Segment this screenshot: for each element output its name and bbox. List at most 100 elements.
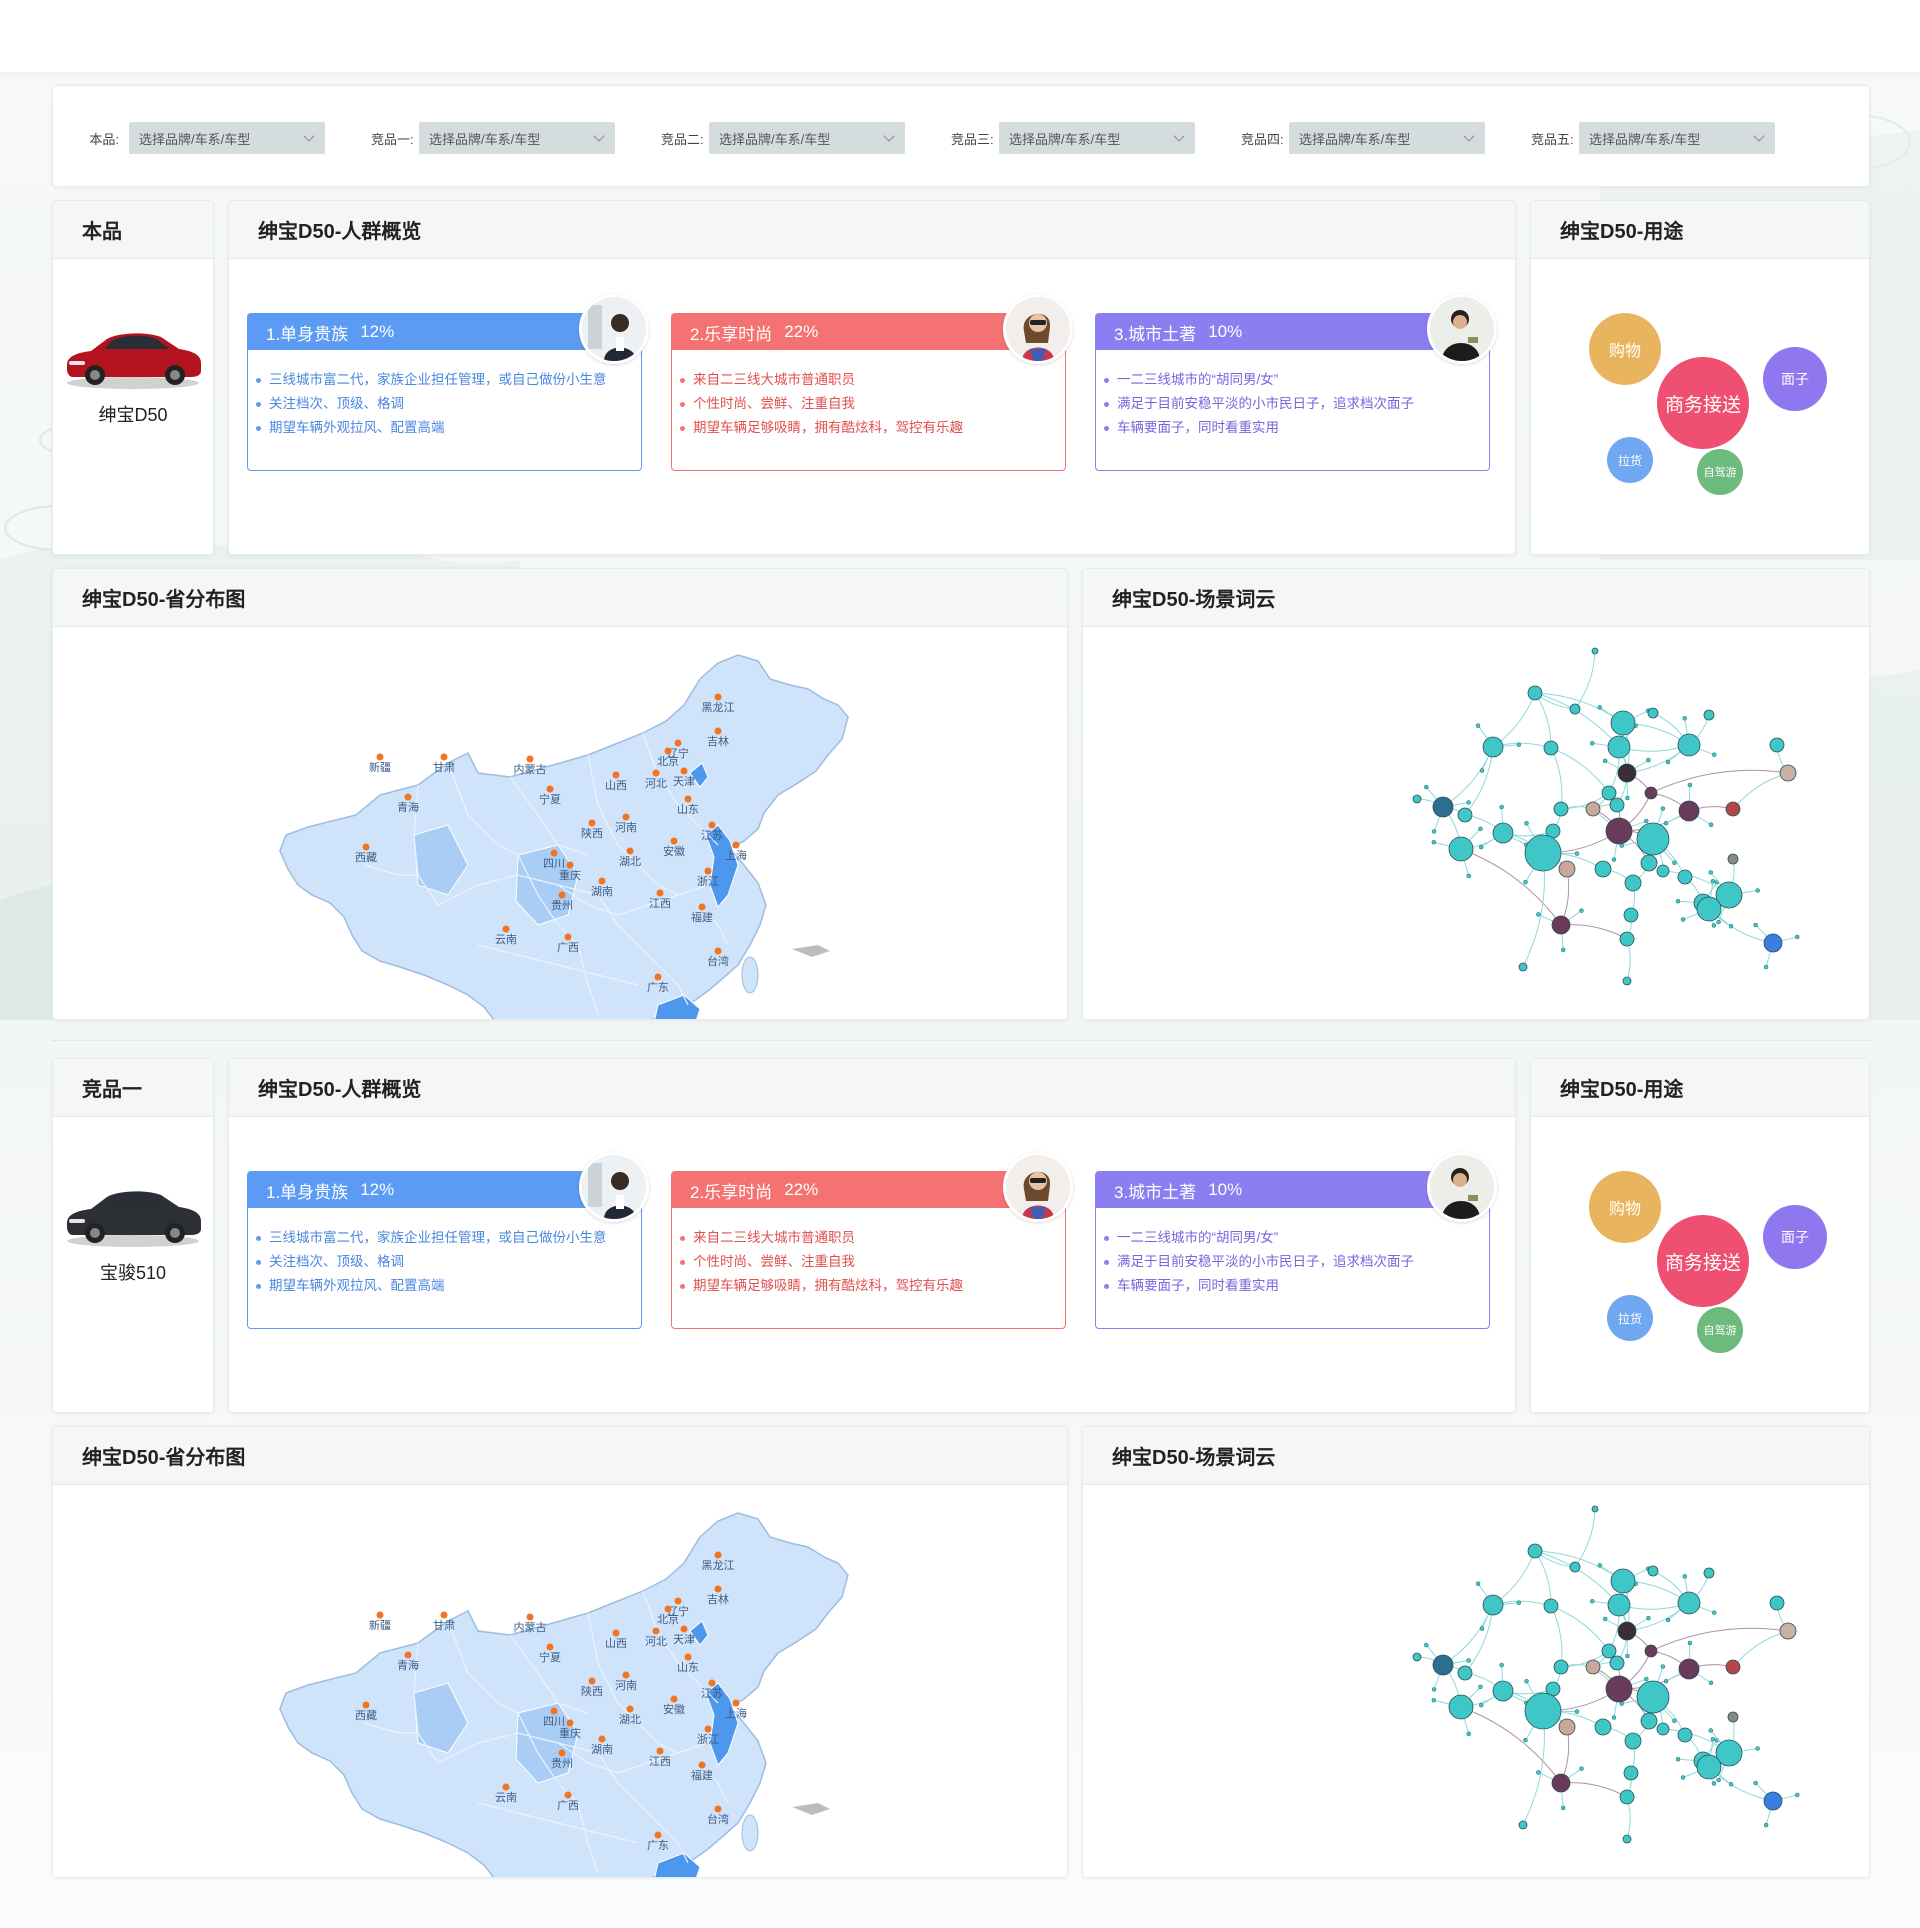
network-leaf[interactable] bbox=[1516, 1600, 1522, 1605]
network-node[interactable] bbox=[1553, 801, 1569, 817]
network-node[interactable] bbox=[1609, 797, 1625, 813]
network-leaf[interactable] bbox=[1708, 1728, 1713, 1733]
province-marker[interactable] bbox=[566, 1719, 574, 1727]
network-node[interactable] bbox=[1617, 1621, 1637, 1641]
province-marker[interactable] bbox=[502, 1783, 510, 1791]
network-node[interactable] bbox=[1605, 1675, 1633, 1703]
network-node[interactable] bbox=[1617, 763, 1637, 783]
province-marker[interactable] bbox=[626, 847, 634, 855]
province-marker[interactable] bbox=[546, 785, 554, 793]
network-leaf[interactable] bbox=[1710, 1737, 1716, 1742]
network-node[interactable] bbox=[1594, 860, 1612, 878]
network-leaf[interactable] bbox=[1755, 888, 1760, 893]
province-marker[interactable] bbox=[612, 1629, 620, 1637]
network-leaf[interactable] bbox=[1424, 1642, 1429, 1648]
network-node[interactable] bbox=[1640, 854, 1658, 872]
network-leaf[interactable] bbox=[1479, 1626, 1485, 1631]
scene-network-graph[interactable] bbox=[1083, 1485, 1870, 1878]
network-node[interactable] bbox=[1558, 860, 1576, 878]
province-marker[interactable] bbox=[732, 841, 740, 849]
province-marker[interactable] bbox=[550, 1707, 558, 1715]
province-marker[interactable] bbox=[680, 1625, 688, 1633]
network-leaf[interactable] bbox=[1728, 1781, 1734, 1787]
network-node[interactable] bbox=[1432, 1654, 1454, 1676]
network-node[interactable] bbox=[1591, 1505, 1599, 1513]
network-leaf[interactable] bbox=[1560, 1805, 1566, 1811]
province-marker[interactable] bbox=[622, 813, 630, 821]
network-node[interactable] bbox=[1518, 1820, 1528, 1830]
network-node[interactable] bbox=[1457, 1665, 1473, 1681]
network-leaf[interactable] bbox=[1431, 829, 1437, 834]
network-node[interactable] bbox=[1609, 1655, 1625, 1671]
province-marker[interactable] bbox=[708, 821, 716, 829]
network-leaf[interactable] bbox=[1523, 1737, 1528, 1743]
network-node[interactable] bbox=[1610, 1568, 1636, 1594]
province-marker[interactable] bbox=[656, 889, 664, 897]
network-leaf[interactable] bbox=[1466, 800, 1471, 805]
usage-bubble-cargo[interactable]: 拉货 bbox=[1607, 437, 1653, 483]
network-leaf[interactable] bbox=[1597, 705, 1603, 710]
network-leaf[interactable] bbox=[1466, 1658, 1471, 1663]
network-node[interactable] bbox=[1412, 1652, 1422, 1662]
province-marker[interactable] bbox=[564, 933, 572, 941]
province-marker[interactable] bbox=[674, 739, 682, 747]
network-node[interactable] bbox=[1622, 976, 1632, 986]
province-marker[interactable] bbox=[440, 753, 448, 761]
network-node[interactable] bbox=[1594, 1718, 1612, 1736]
network-leaf[interactable] bbox=[1753, 922, 1758, 928]
network-leaf[interactable] bbox=[1602, 1616, 1608, 1622]
network-node[interactable] bbox=[1601, 785, 1617, 801]
persona-card[interactable]: 2.乐享时尚 22% 来自二三线大城市普通职员 个性时尚、尝鲜、注重自我 期望车辆… bbox=[671, 1152, 1073, 1329]
network-node[interactable] bbox=[1518, 962, 1528, 972]
network-leaf[interactable] bbox=[1524, 1679, 1529, 1684]
network-leaf[interactable] bbox=[1644, 818, 1649, 824]
persona-card[interactable]: 3.城市土著 10% 一二三线城市的“胡同男/女” 满足于目前安稳平淡的小市民日子… bbox=[1095, 1152, 1497, 1329]
network-leaf[interactable] bbox=[1499, 804, 1504, 810]
network-leaf[interactable] bbox=[1711, 1781, 1717, 1786]
network-node[interactable] bbox=[1678, 1658, 1700, 1680]
network-leaf[interactable] bbox=[1625, 1653, 1630, 1659]
network-leaf[interactable] bbox=[1665, 759, 1671, 765]
persona-card[interactable]: 1.单身贵族 12% 三线城市富二代，家族企业担任管理，或自己做份小生意 关注档次… bbox=[247, 1152, 649, 1329]
network-leaf[interactable] bbox=[1672, 860, 1677, 866]
network-leaf[interactable] bbox=[1708, 870, 1713, 875]
network-leaf[interactable] bbox=[1536, 1770, 1541, 1775]
network-leaf[interactable] bbox=[1475, 1581, 1481, 1586]
network-leaf[interactable] bbox=[1579, 1766, 1584, 1771]
network-leaf[interactable] bbox=[1478, 1702, 1484, 1708]
usage-bubble-business[interactable]: 商务接送 bbox=[1657, 1215, 1749, 1307]
taiwan-island[interactable] bbox=[741, 1814, 759, 1852]
network-node[interactable] bbox=[1482, 736, 1504, 758]
scene-network-graph[interactable] bbox=[1083, 627, 1870, 1020]
network-leaf[interactable] bbox=[1646, 757, 1651, 763]
network-leaf[interactable] bbox=[1663, 820, 1669, 826]
province-marker[interactable] bbox=[670, 837, 678, 845]
network-leaf[interactable] bbox=[1687, 1640, 1693, 1646]
network-node[interactable] bbox=[1647, 1565, 1659, 1577]
usage-bubble-shopping[interactable]: 购物 bbox=[1589, 1171, 1661, 1243]
network-node[interactable] bbox=[1640, 1712, 1658, 1730]
network-leaf[interactable] bbox=[1672, 1718, 1677, 1724]
network-leaf[interactable] bbox=[1625, 795, 1630, 801]
network-node[interactable] bbox=[1605, 817, 1633, 845]
network-node[interactable] bbox=[1703, 709, 1715, 721]
province-marker[interactable] bbox=[680, 767, 688, 775]
province-marker[interactable] bbox=[564, 1791, 572, 1799]
network-node[interactable] bbox=[1412, 794, 1422, 804]
network-node[interactable] bbox=[1551, 915, 1571, 935]
network-node[interactable] bbox=[1543, 1598, 1559, 1614]
province-marker[interactable] bbox=[732, 1699, 740, 1707]
province-marker[interactable] bbox=[714, 1585, 722, 1593]
network-leaf[interactable] bbox=[1680, 917, 1686, 922]
network-node[interactable] bbox=[1610, 710, 1636, 736]
province-marker[interactable] bbox=[704, 867, 712, 875]
province-marker[interactable] bbox=[698, 1761, 706, 1769]
network-leaf[interactable] bbox=[1523, 879, 1528, 885]
network-leaf[interactable] bbox=[1680, 1775, 1686, 1780]
network-node[interactable] bbox=[1527, 685, 1543, 701]
network-node[interactable] bbox=[1482, 1594, 1504, 1616]
province-marker[interactable] bbox=[558, 891, 566, 899]
network-node[interactable] bbox=[1696, 1754, 1722, 1780]
network-leaf[interactable] bbox=[1431, 1687, 1437, 1692]
network-node[interactable] bbox=[1703, 1567, 1715, 1579]
